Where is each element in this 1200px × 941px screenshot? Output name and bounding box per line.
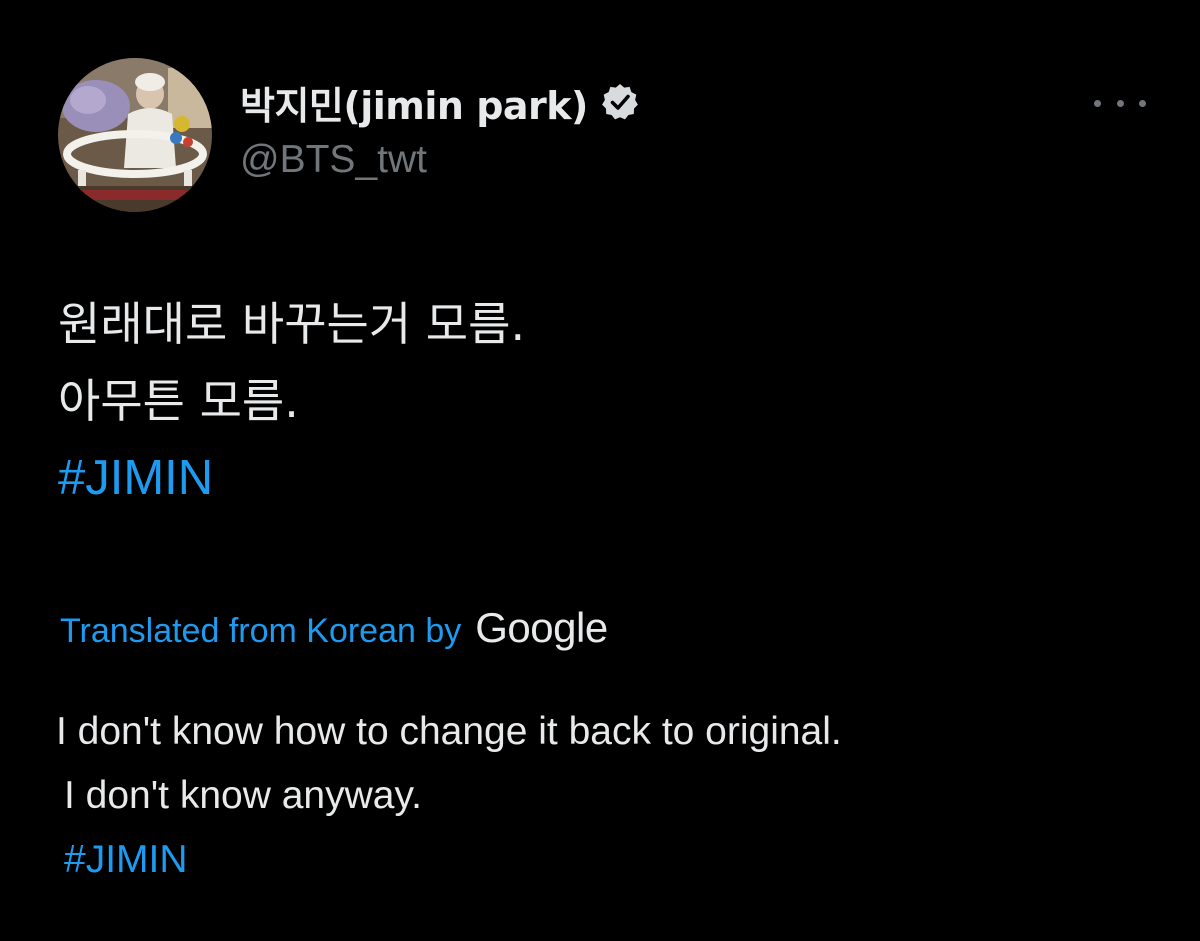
tweet: 박지민(jimin park) @BTS_twt 원래대로 바꾸는거 모름. 아… xyxy=(0,0,1200,941)
display-name[interactable]: 박지민(jimin park) xyxy=(240,75,588,130)
tweet-text: 원래대로 바꾸는거 모름. 아무튼 모름. #JIMIN xyxy=(58,286,525,517)
baby-photo-avatar-icon xyxy=(58,58,212,212)
more-options-icon[interactable] xyxy=(1094,86,1146,120)
google-logo: Google xyxy=(475,604,608,651)
translated-hashtag-link[interactable]: #JIMIN xyxy=(56,828,842,892)
hashtag-link[interactable]: #JIMIN xyxy=(58,440,525,517)
more-dot xyxy=(1116,99,1124,107)
verified-badge-icon xyxy=(600,82,640,122)
translated-text-line: I don't know anyway. xyxy=(64,774,422,817)
more-dot xyxy=(1094,99,1101,107)
translated-from-label[interactable]: Translated from Korean by xyxy=(60,612,461,651)
translated-text-line: I don't know how to change it back to or… xyxy=(56,710,842,753)
avatar[interactable] xyxy=(58,58,212,212)
author-handle[interactable]: @BTS_twt xyxy=(240,138,427,182)
tweet-text-line: 아무튼 모름. xyxy=(58,374,299,428)
tweet-text-line: 원래대로 바꾸는거 모름. xyxy=(58,297,526,351)
author-name-row: 박지민(jimin park) xyxy=(240,78,640,128)
more-dot xyxy=(1139,99,1146,107)
translated-text: I don't know how to change it back to or… xyxy=(56,700,842,892)
translation-attribution: Translated from Korean by Google xyxy=(60,604,608,652)
